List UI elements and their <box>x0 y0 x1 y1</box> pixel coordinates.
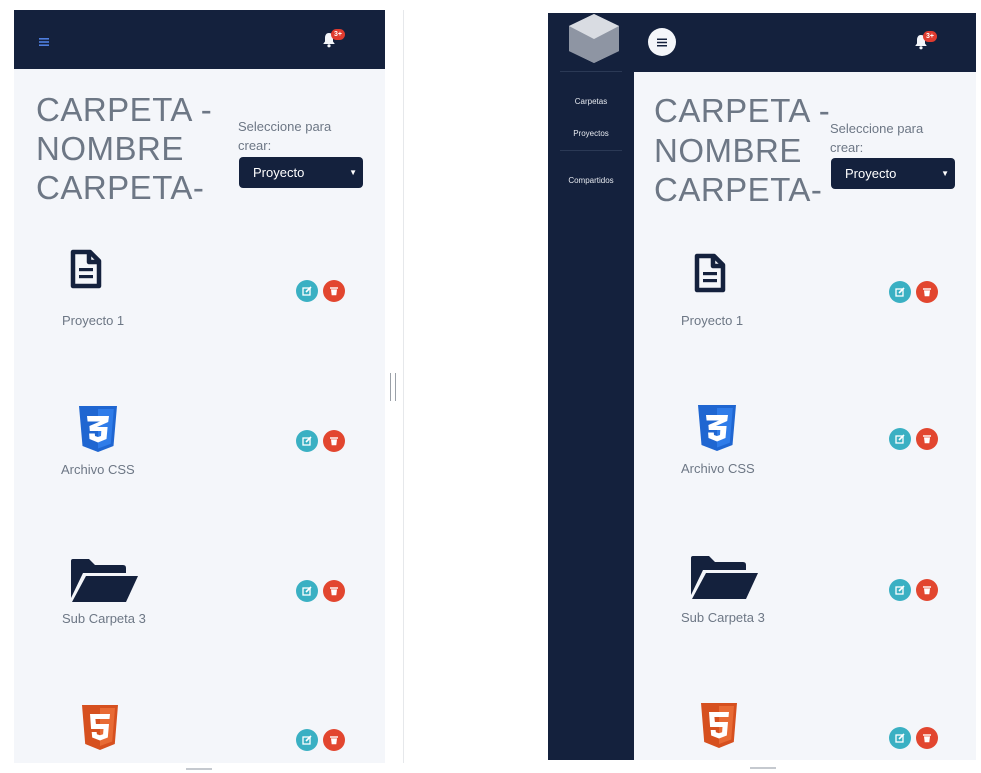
chevron-down-icon: ▼ <box>349 168 357 177</box>
folder-open-icon[interactable] <box>690 555 760 601</box>
trash-icon <box>923 288 931 297</box>
create-label: Seleccione para crear: <box>238 119 332 153</box>
hamburger-button[interactable] <box>648 28 676 56</box>
document-icon[interactable] <box>70 249 102 289</box>
item-label-proyecto-1[interactable]: Proyecto 1 <box>62 313 124 328</box>
trash-icon <box>330 736 338 745</box>
create-type-value: Proyecto <box>845 166 897 181</box>
delete-button[interactable] <box>323 580 345 602</box>
delete-button[interactable] <box>323 430 345 452</box>
trash-icon <box>923 734 931 743</box>
trash-icon <box>330 587 338 596</box>
html5-icon[interactable] <box>700 702 738 750</box>
logo-icon <box>565 13 623 68</box>
sidebar-item-carpetas[interactable]: Carpetas <box>548 97 634 106</box>
left-screen: 3+ CARPETA - NOMBRE CARPETA- Seleccione … <box>14 10 385 763</box>
hamburger-icon <box>657 38 667 46</box>
trash-icon <box>330 437 338 446</box>
frame-divider <box>403 10 404 763</box>
edit-button[interactable] <box>889 281 911 303</box>
trash-icon <box>330 287 338 296</box>
page-title-line-3: CARPETA- <box>36 169 205 206</box>
delete-button[interactable] <box>323 729 345 751</box>
bottom-scroll-handle[interactable] <box>186 768 212 770</box>
item-label-sub-carpeta-3[interactable]: Sub Carpeta 3 <box>62 611 146 626</box>
item-label-archivo-css[interactable]: Archivo CSS <box>681 461 755 476</box>
edit-icon <box>895 287 905 297</box>
chevron-down-icon: ▼ <box>941 169 949 178</box>
item-label-sub-carpeta-3[interactable]: Sub Carpeta 3 <box>681 610 765 625</box>
page-title-line-1: CARPETA - <box>654 92 831 129</box>
sidebar-item-compartidos[interactable]: Compartidos <box>548 176 634 185</box>
edit-icon <box>895 733 905 743</box>
resize-handle[interactable] <box>390 373 396 401</box>
edit-button[interactable] <box>296 280 318 302</box>
page-title-line-1: CARPETA - <box>36 91 213 128</box>
bottom-scroll-handle[interactable] <box>750 767 776 769</box>
notification-badge: 3+ <box>331 29 345 40</box>
delete-button[interactable] <box>916 281 938 303</box>
edit-button[interactable] <box>889 579 911 601</box>
create-type-value: Proyecto <box>253 165 305 180</box>
create-label: Seleccione para crear: <box>830 121 924 155</box>
delete-button[interactable] <box>323 280 345 302</box>
edit-icon <box>302 436 312 446</box>
edit-button[interactable] <box>889 428 911 450</box>
edit-icon <box>895 585 905 595</box>
edit-button[interactable] <box>296 729 318 751</box>
top-navbar: 3+ <box>14 10 385 69</box>
sidebar-item-proyectos[interactable]: Proyectos <box>548 129 634 138</box>
edit-button[interactable] <box>296 430 318 452</box>
delete-button[interactable] <box>916 727 938 749</box>
notification-badge: 3+ <box>923 31 937 42</box>
hamburger-icon[interactable] <box>39 34 49 46</box>
trash-icon <box>923 435 931 444</box>
edit-icon <box>302 286 312 296</box>
delete-button[interactable] <box>916 579 938 601</box>
folder-open-icon[interactable] <box>70 558 140 604</box>
delete-button[interactable] <box>916 428 938 450</box>
create-type-select[interactable]: Proyecto ▼ <box>239 157 363 188</box>
html5-icon[interactable] <box>81 704 119 752</box>
create-type-select[interactable]: Proyecto ▼ <box>831 158 955 189</box>
sidebar: Carpetas Proyectos Compartidos <box>548 13 634 760</box>
css3-icon[interactable] <box>78 405 118 453</box>
edit-icon <box>302 586 312 596</box>
sidebar-divider <box>560 150 622 151</box>
item-label-archivo-css[interactable]: Archivo CSS <box>61 462 135 477</box>
top-navbar: 3+ <box>634 13 976 72</box>
page-title-line-2: NOMBRE <box>654 132 802 169</box>
sidebar-divider <box>560 71 622 72</box>
right-screen: 3+ CARPETA - NOMBRE CARPETA- Seleccione … <box>634 13 976 760</box>
edit-icon <box>302 735 312 745</box>
trash-icon <box>923 586 931 595</box>
css3-icon[interactable] <box>697 404 737 452</box>
document-icon[interactable] <box>694 253 726 293</box>
page-title-line-3: CARPETA- <box>654 171 823 208</box>
edit-icon <box>895 434 905 444</box>
edit-button[interactable] <box>889 727 911 749</box>
edit-button[interactable] <box>296 580 318 602</box>
item-label-proyecto-1[interactable]: Proyecto 1 <box>681 313 743 328</box>
page-title-line-2: NOMBRE <box>36 130 184 167</box>
